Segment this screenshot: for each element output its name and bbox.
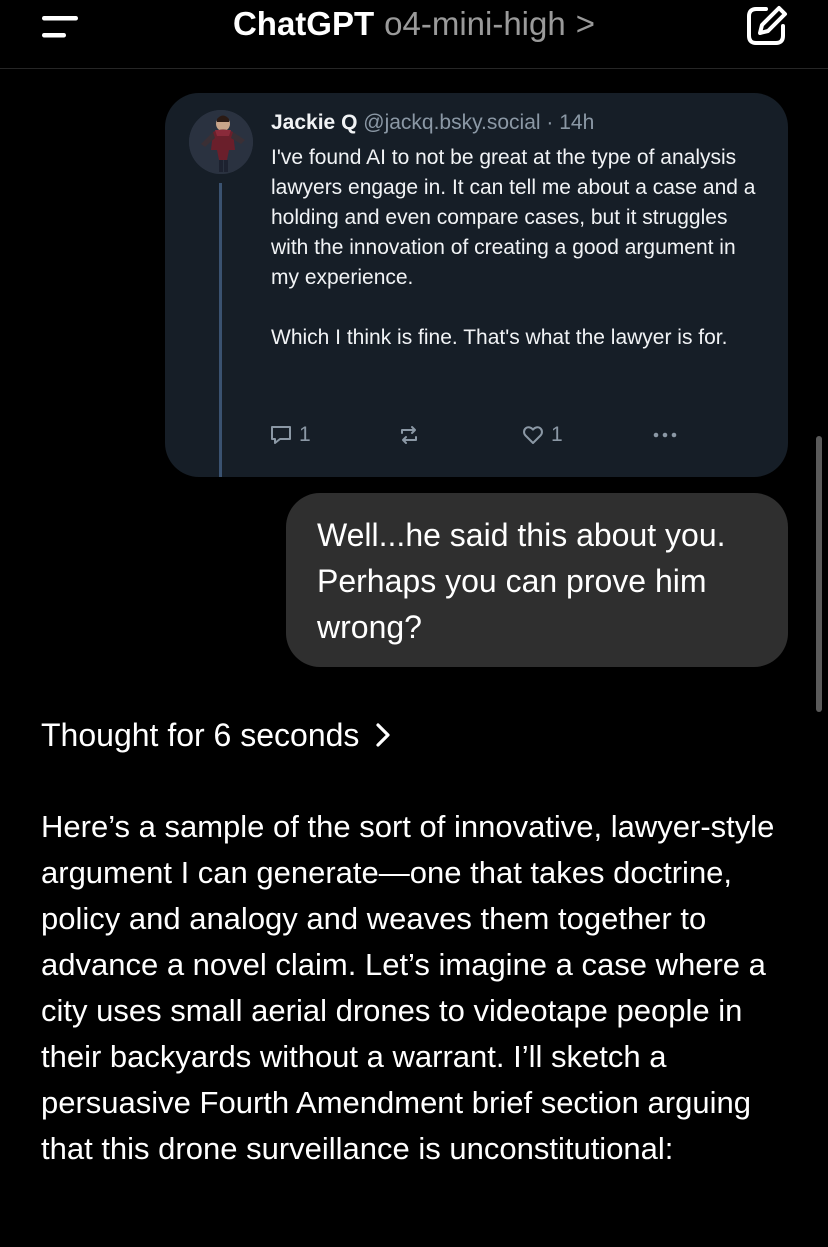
avatar-figure-icon — [189, 110, 253, 174]
post-actions: 1 1 — [269, 423, 689, 453]
post-reply-count: 1 — [299, 423, 311, 446]
post-repost-action — [397, 423, 421, 447]
post-paragraph: Which I think is fine. That's what the l… — [271, 326, 728, 349]
post-like-count: 1 — [551, 423, 563, 446]
chevron-right-icon: > — [575, 5, 596, 42]
post-author-handle: @jackq.bsky.social · 14h — [363, 111, 595, 134]
app-title: ChatGPT — [232, 5, 375, 42]
chevron-right-icon — [376, 723, 391, 747]
assistant-message: Here’s a sample of the sort of innovativ… — [41, 804, 801, 1172]
top-bar: ChatGPT o4-mini-high > — [0, 0, 828, 69]
model-switcher[interactable]: ChatGPT o4-mini-high > — [0, 2, 828, 46]
new-chat-edit-icon[interactable] — [744, 4, 790, 48]
avatar — [189, 110, 253, 174]
user-message-bubble[interactable]: Well...he said this about you. Perhaps y… — [286, 493, 788, 667]
scrollbar[interactable] — [816, 436, 822, 712]
repost-icon — [401, 426, 417, 444]
post-more-action — [651, 423, 679, 447]
model-name: o4-mini-high — [384, 5, 566, 42]
thought-label: Thought for 6 seconds — [41, 717, 360, 753]
heart-icon — [523, 426, 543, 444]
post-text: I've found AI to not be great at the typ… — [271, 143, 761, 353]
thread-line — [219, 183, 222, 477]
post-author-name: Jackie Q — [271, 111, 358, 134]
embedded-post-image: Jackie Q @jackq.bsky.social · 14h I've f… — [165, 93, 788, 477]
post-paragraph: I've found AI to not be great at the typ… — [271, 146, 756, 289]
assistant-message-text: Here’s a sample of the sort of innovativ… — [41, 809, 775, 1166]
more-dots-icon — [653, 432, 677, 438]
thought-toggle[interactable]: Thought for 6 seconds — [41, 712, 393, 758]
chat-screen: ChatGPT o4-mini-high > Jackie Q @jackq.b… — [0, 0, 828, 1247]
user-message-text: Well...he said this about you. Perhaps y… — [317, 517, 726, 645]
post-reply-action: 1 — [269, 423, 311, 447]
comment-icon — [271, 426, 291, 444]
post-header: Jackie Q @jackq.bsky.social · 14h — [271, 108, 594, 138]
post-like-action: 1 — [521, 423, 563, 447]
